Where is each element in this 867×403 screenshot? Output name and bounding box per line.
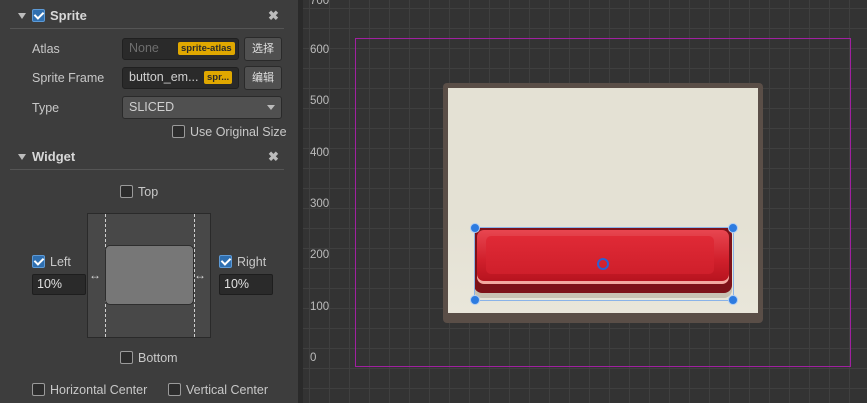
collapse-icon[interactable] [18, 154, 26, 160]
divider [10, 169, 284, 170]
scene-view[interactable]: 700 600 500 400 300 200 100 0 [303, 0, 867, 403]
atlas-value: None [129, 41, 159, 55]
widget-vcenter-label: Vertical Center [186, 383, 268, 397]
y-axis-label: 200 [310, 249, 330, 261]
y-axis-label: 400 [310, 147, 330, 159]
widget-hcenter-label: Horizontal Center [50, 383, 148, 397]
alignment-diagram: ↔ ↔ [87, 213, 211, 338]
inspector-panel: Sprite ✖ Atlas None sprite-atlas 选择 Spri… [0, 0, 298, 403]
atlas-label: Atlas [32, 42, 60, 56]
resize-handle-bottom-right[interactable] [728, 295, 738, 305]
divider [10, 28, 284, 29]
widget-section-title: Widget [32, 149, 76, 164]
widget-node-box [105, 245, 194, 305]
double-arrow-icon: ↔ [194, 268, 206, 282]
widget-right-label: Right [237, 255, 267, 269]
atlas-select-button[interactable]: 选择 [244, 37, 282, 61]
widget-top-label: Top [138, 185, 159, 199]
widget-hcenter-checkbox[interactable] [32, 383, 45, 396]
use-original-size-checkbox[interactable] [172, 125, 185, 138]
sprite-enabled-checkbox[interactable] [32, 9, 45, 22]
widget-left-input[interactable]: 10% [32, 274, 86, 295]
resize-handle-bottom-left[interactable] [470, 295, 480, 305]
resize-handle-top-right[interactable] [728, 223, 738, 233]
sprite-section-title: Sprite [50, 8, 87, 23]
y-axis-label: 0 [310, 352, 317, 364]
close-icon[interactable]: ✖ [268, 8, 279, 24]
type-value: SLICED [129, 100, 175, 114]
widget-top-checkbox[interactable] [120, 185, 133, 198]
anchor-point-icon[interactable] [597, 258, 609, 270]
double-arrow-icon: ↔ [89, 268, 101, 282]
type-select[interactable]: SLICED [122, 96, 282, 119]
widget-vcenter-checkbox[interactable] [168, 383, 181, 396]
use-original-size-label: Use Original Size [190, 125, 287, 139]
widget-left-value: 10% [37, 277, 63, 291]
atlas-type-tag: sprite-atlas [178, 42, 235, 55]
close-icon[interactable]: ✖ [268, 149, 279, 165]
y-axis-label: 500 [310, 95, 330, 107]
sprite-frame-label: Sprite Frame [32, 71, 105, 85]
y-axis-label: 300 [310, 198, 330, 210]
sprite-frame-value: button_em... [129, 70, 199, 84]
widget-bottom-checkbox[interactable] [120, 351, 133, 364]
resize-handle-top-left[interactable] [470, 223, 480, 233]
sprite-section-header[interactable]: Sprite ✖ [0, 5, 298, 27]
widget-right-input[interactable]: 10% [219, 274, 273, 295]
sprite-frame-field[interactable]: button_em... spr... [122, 67, 239, 89]
widget-left-checkbox[interactable] [32, 255, 45, 268]
y-axis-label: 600 [310, 44, 330, 56]
y-axis-label: 100 [310, 301, 330, 313]
sprite-frame-edit-button[interactable]: 编辑 [244, 66, 282, 90]
collapse-icon[interactable] [18, 13, 26, 19]
chevron-down-icon [267, 105, 275, 110]
widget-right-value: 10% [224, 277, 250, 291]
widget-left-label: Left [50, 255, 71, 269]
atlas-field[interactable]: None sprite-atlas [122, 38, 239, 60]
widget-section-header[interactable]: Widget ✖ [0, 146, 298, 168]
sprite-frame-type-tag: spr... [204, 71, 233, 84]
type-label: Type [32, 101, 60, 115]
widget-bottom-label: Bottom [138, 351, 178, 365]
widget-right-checkbox[interactable] [219, 255, 232, 268]
y-axis-label: 700 [310, 0, 330, 7]
